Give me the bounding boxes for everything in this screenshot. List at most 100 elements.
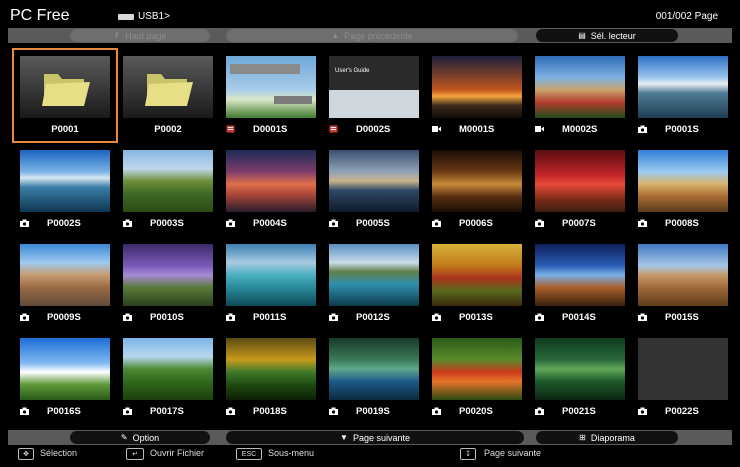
file-type-indicator <box>638 407 647 415</box>
file-item[interactable]: P0022S <box>632 332 734 423</box>
file-thumbnail <box>329 244 419 306</box>
file-item[interactable]: P0018S <box>220 332 322 423</box>
folder-thumbnail <box>123 56 213 118</box>
file-thumbnail <box>329 150 419 212</box>
file-name: P0006S <box>459 217 493 229</box>
file-type-indicator <box>535 219 544 227</box>
option-button[interactable]: ✎ Option <box>70 431 210 444</box>
file-type-indicator <box>329 407 338 415</box>
file-item[interactable]: P0004S <box>220 144 322 235</box>
file-name: P0010S <box>150 311 184 323</box>
current-drive: USB1> <box>118 11 170 22</box>
file-item[interactable]: P0017S <box>117 332 219 423</box>
slideshow-button[interactable]: ⊞ Diaporama <box>536 431 678 444</box>
file-name: P0015S <box>665 311 699 323</box>
page-indicator: 001/002 Page <box>655 11 718 22</box>
file-thumbnail <box>123 244 213 306</box>
file-thumbnail <box>432 244 522 306</box>
up-arrow-icon: ▲ <box>331 31 340 40</box>
file-caption: M0002S <box>529 122 631 136</box>
file-item[interactable]: M0002S <box>529 50 631 141</box>
help-open-file: Ouvrir Fichier <box>150 448 205 458</box>
file-thumbnail <box>226 150 316 212</box>
file-name: P0005S <box>356 217 390 229</box>
folder-item[interactable]: P0001 <box>12 48 118 143</box>
file-caption: D0002S <box>323 122 425 136</box>
file-name: P0013S <box>459 311 493 323</box>
file-name: P0001 <box>51 123 79 135</box>
file-name: M0001S <box>459 123 495 135</box>
file-thumbnail <box>432 56 522 118</box>
file-item[interactable]: P0009S <box>14 238 116 329</box>
camera-icon <box>535 313 544 321</box>
file-caption: P0016S <box>14 404 116 418</box>
file-caption: P0001S <box>632 122 734 136</box>
camera-icon <box>226 219 235 227</box>
file-caption: P0010S <box>117 310 219 324</box>
file-caption: P0014S <box>529 310 631 324</box>
file-type-indicator <box>329 313 338 321</box>
file-type-indicator <box>20 407 29 415</box>
camera-icon <box>329 313 338 321</box>
file-name: D0002S <box>356 123 391 135</box>
file-name: P0018S <box>253 405 287 417</box>
next-page-button[interactable]: ▼ Page suivante <box>226 431 524 444</box>
file-type-indicator <box>329 219 338 227</box>
file-type-indicator <box>535 125 544 133</box>
file-item[interactable]: P0016S <box>14 332 116 423</box>
camera-icon <box>329 219 338 227</box>
file-name: P0019S <box>356 405 390 417</box>
file-item[interactable]: P0003S <box>117 144 219 235</box>
file-item[interactable]: P0014S <box>529 238 631 329</box>
previous-page-button[interactable]: ▲ Page précédente <box>226 29 518 42</box>
file-item[interactable]: P0006S <box>426 144 528 235</box>
select-drive-button[interactable]: ▤ Sél. lecteur <box>536 29 678 42</box>
folder-item[interactable]: P0002 <box>117 50 219 141</box>
file-name: P0011S <box>253 311 287 323</box>
document-icon <box>329 125 338 133</box>
file-item[interactable]: P0011S <box>220 238 322 329</box>
file-item[interactable]: P0021S <box>529 332 631 423</box>
file-caption: P0002 <box>117 122 219 136</box>
file-caption: P0003S <box>117 216 219 230</box>
file-thumbnail <box>226 56 316 118</box>
file-item[interactable]: M0001S <box>426 50 528 141</box>
file-item[interactable]: User's Guide D0002S <box>323 50 425 141</box>
file-item[interactable]: P0012S <box>323 238 425 329</box>
drive-path: USB1> <box>138 11 170 22</box>
file-thumbnail <box>226 244 316 306</box>
file-thumbnail <box>535 56 625 118</box>
file-item[interactable]: P0008S <box>632 144 734 235</box>
option-label: Option <box>132 432 160 443</box>
slideshow-icon: ⊞ <box>579 433 586 442</box>
file-item[interactable]: P0015S <box>632 238 734 329</box>
file-type-indicator <box>535 407 544 415</box>
file-type-indicator <box>20 219 29 227</box>
file-caption: P0018S <box>220 404 322 418</box>
file-item[interactable]: P0019S <box>323 332 425 423</box>
file-item[interactable]: P0007S <box>529 144 631 235</box>
file-name: P0014S <box>562 311 596 323</box>
file-item[interactable]: P0001S <box>632 50 734 141</box>
top-of-page-button[interactable]: ⇞ Haut page <box>70 29 210 42</box>
file-item[interactable]: P0010S <box>117 238 219 329</box>
file-item[interactable]: D0001S <box>220 50 322 141</box>
file-name: P0004S <box>253 217 287 229</box>
movie-icon <box>535 126 544 132</box>
file-caption: P0020S <box>426 404 528 418</box>
file-item[interactable]: P0002S <box>14 144 116 235</box>
file-name: P0002 <box>154 123 182 135</box>
camera-icon <box>226 313 235 321</box>
file-caption: P0019S <box>323 404 425 418</box>
camera-icon <box>20 313 29 321</box>
file-thumbnail <box>535 244 625 306</box>
file-item[interactable]: P0020S <box>426 332 528 423</box>
file-type-indicator <box>432 125 441 133</box>
file-item[interactable]: P0013S <box>426 238 528 329</box>
file-item[interactable]: P0005S <box>323 144 425 235</box>
file-thumbnail <box>20 150 110 212</box>
page-down-key-icon: ↧ <box>460 448 476 460</box>
top-control-bar: ⇞ Haut page ▲ Page précédente ▤ Sél. lec… <box>8 28 732 43</box>
file-type-indicator <box>226 125 235 133</box>
file-caption: P0005S <box>323 216 425 230</box>
